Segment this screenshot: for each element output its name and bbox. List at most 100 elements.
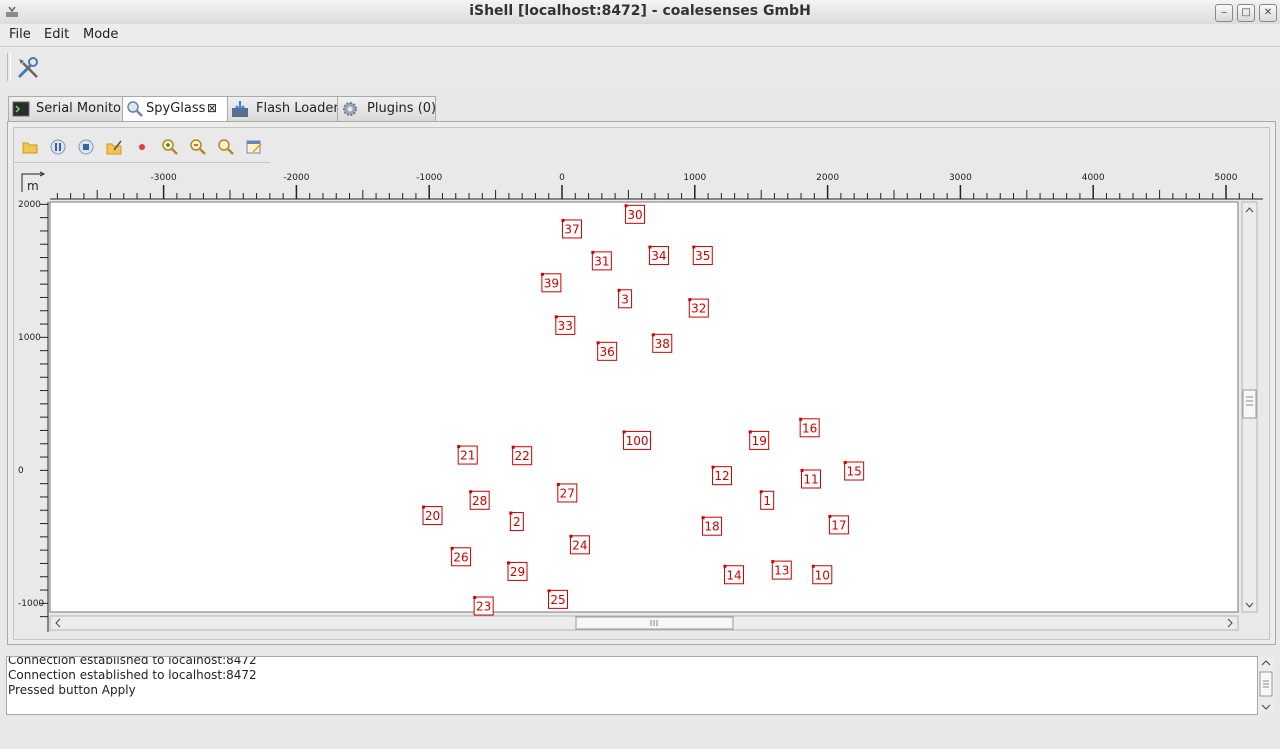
record-icon[interactable] <box>133 138 151 156</box>
node-18[interactable]: 18 <box>701 516 723 536</box>
node-label: 36 <box>600 345 615 359</box>
node-26[interactable]: 26 <box>450 546 472 567</box>
gear-icon <box>343 102 357 116</box>
node-27[interactable]: 27 <box>556 482 578 503</box>
node-31[interactable]: 31 <box>591 250 612 271</box>
node-label: 13 <box>774 564 789 578</box>
node-label: 1 <box>763 494 771 508</box>
node-label: 23 <box>476 600 491 614</box>
console-scrollbar[interactable] <box>1258 656 1274 713</box>
menu-bar: File Edit Mode <box>0 24 1280 47</box>
tab-spyglass[interactable]: SpyGlass ⊠ <box>122 96 228 122</box>
plot-canvas[interactable] <box>49 201 1239 613</box>
node-label: 26 <box>453 550 468 564</box>
node-24[interactable]: 24 <box>569 534 590 555</box>
node-10[interactable]: 10 <box>811 564 833 585</box>
open-folder-icon[interactable] <box>21 138 39 156</box>
horizontal-scrollbar[interactable] <box>49 615 1239 631</box>
menu-edit[interactable]: Edit <box>44 27 69 42</box>
node-label: 17 <box>831 518 846 532</box>
node-30[interactable]: 30 <box>624 204 646 224</box>
node-12[interactable]: 12 <box>711 465 733 486</box>
menu-mode[interactable]: Mode <box>83 27 118 42</box>
x-tick-label: 0 <box>559 173 565 183</box>
node-label: 2 <box>513 515 521 529</box>
tab-close-icon[interactable]: ⊠ <box>207 97 217 120</box>
console-line: Connection established to localhost:8472 <box>8 668 257 682</box>
window-title: iShell [localhost:8472] - coalesenses Gm… <box>469 3 811 19</box>
node-label: 10 <box>815 568 830 582</box>
pause-icon[interactable] <box>49 138 67 156</box>
node-13[interactable]: 13 <box>771 560 792 580</box>
node-3[interactable]: 3 <box>617 288 633 309</box>
node-39[interactable]: 39 <box>540 272 562 293</box>
node-label: 39 <box>544 276 559 290</box>
zoom-in-icon[interactable] <box>161 138 179 156</box>
node-28[interactable]: 28 <box>469 490 490 510</box>
node-22[interactable]: 22 <box>511 445 533 466</box>
tools-icon[interactable] <box>15 55 41 81</box>
spyglass-plot[interactable]: m -3000 -2000 -1000 0 1000 2000 3000 4000 5000 2… <box>14 166 1263 632</box>
console-output[interactable]: Connection established to localhost:8472… <box>6 656 1258 715</box>
node-21[interactable]: 21 <box>457 445 478 465</box>
maximize-button[interactable]: □ <box>1237 4 1255 22</box>
x-tick-label: 3000 <box>949 173 972 183</box>
x-tick-label: 4000 <box>1082 173 1105 183</box>
tab-plugins[interactable]: Plugins (0) <box>337 96 436 121</box>
node-33[interactable]: 33 <box>554 315 576 335</box>
x-tick-label: 1000 <box>683 173 706 183</box>
node-label: 100 <box>626 434 649 448</box>
x-tick-label: 5000 <box>1215 173 1238 183</box>
node-37[interactable]: 37 <box>561 218 582 239</box>
node-15[interactable]: 15 <box>843 461 865 481</box>
node-35[interactable]: 35 <box>692 245 713 266</box>
node-38[interactable]: 38 <box>651 333 673 353</box>
node-25[interactable]: 25 <box>547 589 569 609</box>
console-scroll-up-icon <box>1261 660 1271 666</box>
node-20[interactable]: 20 <box>422 505 443 526</box>
node-34[interactable]: 34 <box>648 245 669 266</box>
node-label: 28 <box>472 494 487 508</box>
node-14[interactable]: 14 <box>723 564 744 585</box>
unit-label: m <box>27 179 39 193</box>
tab-flash-loader[interactable]: Flash Loader <box>227 96 339 121</box>
y-tick-label: -1000 <box>18 599 44 609</box>
zoom-fit-icon[interactable] <box>217 138 235 156</box>
terminal-icon <box>12 101 30 117</box>
node-29[interactable]: 29 <box>507 561 528 581</box>
node-label: 29 <box>510 565 525 579</box>
node-label: 3 <box>621 292 629 306</box>
edit-folder-icon[interactable] <box>105 138 123 156</box>
tab-serial-monitor[interactable]: Serial Monitor <box>8 96 126 121</box>
menu-file[interactable]: File <box>9 27 31 42</box>
node-label: 31 <box>594 254 609 268</box>
node-2[interactable]: 2 <box>509 511 524 532</box>
minimize-button[interactable]: ‒ <box>1215 4 1233 22</box>
node-label: 38 <box>655 337 670 351</box>
node-100[interactable]: 100 <box>622 430 652 450</box>
node-label: 24 <box>572 538 587 552</box>
node-23[interactable]: 23 <box>473 596 494 616</box>
node-1[interactable]: 1 <box>759 490 775 510</box>
node-19[interactable]: 19 <box>748 430 770 450</box>
zoom-out-icon[interactable] <box>189 138 207 156</box>
node-label: 18 <box>704 520 719 534</box>
node-16[interactable]: 16 <box>799 417 820 438</box>
settings-note-icon[interactable] <box>245 138 263 156</box>
node-17[interactable]: 17 <box>828 514 849 535</box>
close-button[interactable]: ✕ <box>1259 4 1277 22</box>
node-36[interactable]: 36 <box>596 341 618 361</box>
node-label: 21 <box>460 449 475 463</box>
tab-plugins-label: Plugins (0) <box>367 101 437 116</box>
vertical-scroll-thumb[interactable] <box>1242 389 1257 419</box>
vertical-scrollbar[interactable] <box>1241 201 1258 613</box>
console-scroll-down-icon <box>1261 704 1271 710</box>
node-32[interactable]: 32 <box>688 298 709 318</box>
node-11[interactable]: 11 <box>800 468 821 489</box>
stop-icon[interactable] <box>77 138 95 156</box>
node-label: 32 <box>691 302 706 316</box>
node-label: 19 <box>752 434 767 448</box>
node-label: 16 <box>802 421 817 435</box>
main-toolbar <box>0 47 1280 89</box>
node-label: 35 <box>695 249 710 263</box>
